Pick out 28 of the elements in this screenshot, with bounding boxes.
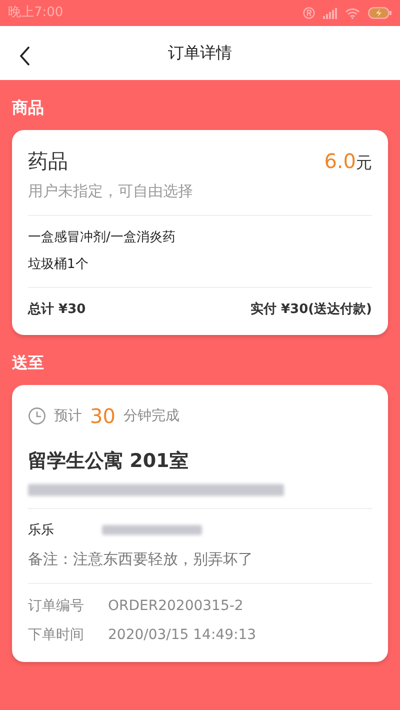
back-icon: [18, 44, 32, 67]
page-title: 订单详情: [168, 42, 232, 64]
total-text: 总计 ¥30: [28, 300, 86, 318]
detail-value: 2020/03/15 14:49:13: [108, 626, 256, 644]
registered-icon: [303, 7, 315, 19]
product-note: 用户未指定，可自由选择: [28, 181, 194, 202]
eta-minutes: 30: [90, 403, 116, 430]
section-title: 送至: [11, 352, 45, 374]
section-title: 商品: [11, 97, 45, 119]
battery-icon: [368, 7, 392, 19]
clock-icon: [28, 407, 46, 425]
eta-label: 预计: [54, 406, 82, 426]
item-text: 垃圾桶1个: [28, 256, 90, 274]
item-text: 一盒感冒冲剂/一盒消炎药: [28, 228, 176, 246]
eta-label: 分钟完成: [123, 406, 180, 426]
status-time: 晚上7:00: [8, 4, 64, 22]
paid-text: 实付 ¥30(送达付款): [250, 300, 372, 318]
signal-icon: [323, 8, 337, 18]
product-name: 药品: [28, 148, 68, 175]
detail-label: 下单时间: [28, 626, 84, 644]
price-unit: 元: [356, 152, 372, 174]
contact-name: 乐乐: [28, 522, 54, 540]
price-amount: 6.0: [324, 148, 356, 175]
detail-label: 订单编号: [28, 596, 84, 616]
destination-name: 留学生公寓 201室: [28, 449, 190, 474]
detail-value: ORDER20200315-2: [108, 596, 244, 616]
remark-text: 备注：注意东西要轻放，别弄坏了: [28, 549, 254, 570]
wifi-icon: [345, 8, 360, 18]
